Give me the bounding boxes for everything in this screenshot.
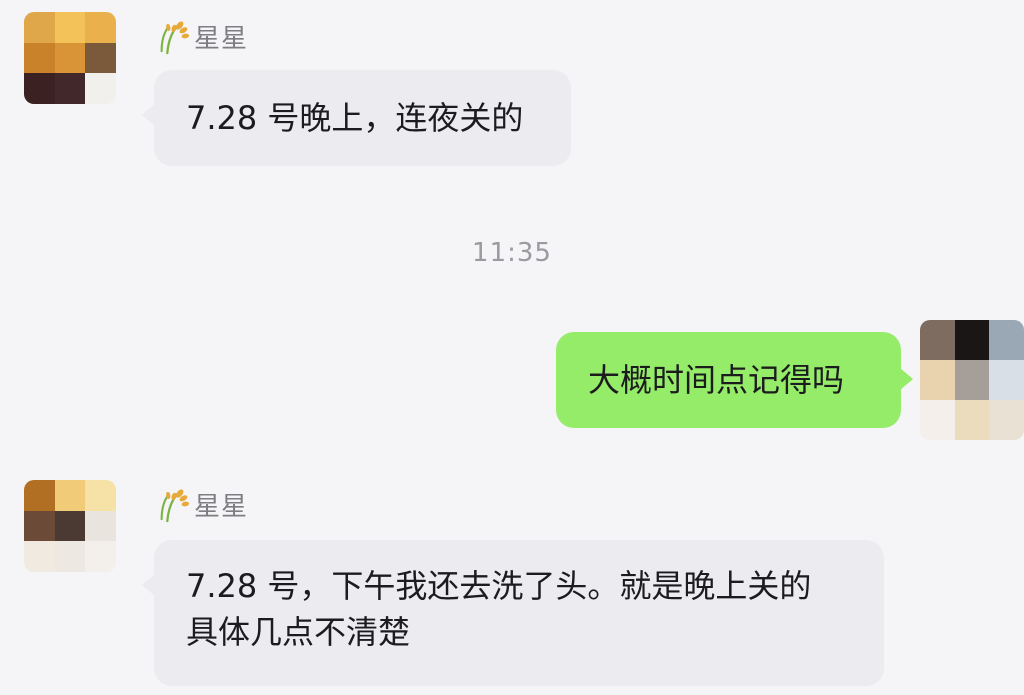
avatar-pixel bbox=[989, 360, 1024, 400]
message-text: 大概时间点记得吗 bbox=[588, 361, 845, 399]
avatar-pixel bbox=[920, 360, 955, 400]
avatar-pixel bbox=[24, 510, 55, 542]
avatar-pixel bbox=[24, 73, 55, 104]
avatar-pixel bbox=[954, 320, 990, 360]
avatar-pixel bbox=[85, 12, 116, 43]
message-text-line: 7.28 号，下午我还去洗了头。就是晚上关的 bbox=[186, 567, 812, 605]
avatar-pixel bbox=[54, 12, 86, 43]
avatar-pixel bbox=[24, 12, 55, 43]
avatar-pixel bbox=[24, 42, 55, 74]
message-text-line: 具体几点不清楚 bbox=[186, 613, 411, 651]
avatar-pixel bbox=[920, 400, 955, 440]
avatar-pixel bbox=[54, 42, 86, 74]
avatar-pixel bbox=[24, 480, 55, 511]
avatar-pixel bbox=[954, 360, 990, 400]
avatar-pixel bbox=[85, 42, 116, 74]
self-avatar[interactable] bbox=[920, 320, 1024, 440]
wheat-icon bbox=[160, 21, 190, 55]
avatar-pixel bbox=[85, 510, 116, 542]
avatar-pixel bbox=[989, 400, 1024, 440]
wheat-icon bbox=[160, 489, 190, 523]
message-bubble-incoming[interactable]: 7.28 号，下午我还去洗了头。就是晚上关的 具体几点不清楚 bbox=[142, 540, 884, 686]
avatar-pixel bbox=[954, 400, 990, 440]
contact-avatar[interactable] bbox=[24, 480, 116, 572]
message-text: 7.28 号晚上，连夜关的 bbox=[186, 99, 524, 137]
message-bubble-incoming[interactable]: 7.28 号晚上，连夜关的 bbox=[142, 70, 571, 166]
avatar-pixel bbox=[85, 480, 116, 511]
avatar-pixel bbox=[54, 541, 86, 572]
contact-avatar[interactable] bbox=[24, 12, 116, 104]
sender-name-row: 星星 bbox=[154, 16, 248, 56]
message-bubble-outgoing[interactable]: 大概时间点记得吗 bbox=[556, 332, 913, 428]
sender-name: 星星 bbox=[194, 23, 249, 54]
avatar-pixel bbox=[85, 73, 116, 104]
timestamp: 11:35 bbox=[472, 238, 552, 268]
avatar-pixel bbox=[920, 320, 955, 360]
avatar-pixel bbox=[85, 541, 116, 572]
avatar-pixel bbox=[54, 73, 86, 104]
sender-name-row: 星星 bbox=[154, 484, 248, 524]
avatar-pixel bbox=[54, 510, 86, 542]
sender-name: 星星 bbox=[194, 491, 249, 522]
avatar-pixel bbox=[24, 541, 55, 572]
avatar-pixel bbox=[989, 320, 1024, 360]
avatar-pixel bbox=[54, 480, 86, 511]
